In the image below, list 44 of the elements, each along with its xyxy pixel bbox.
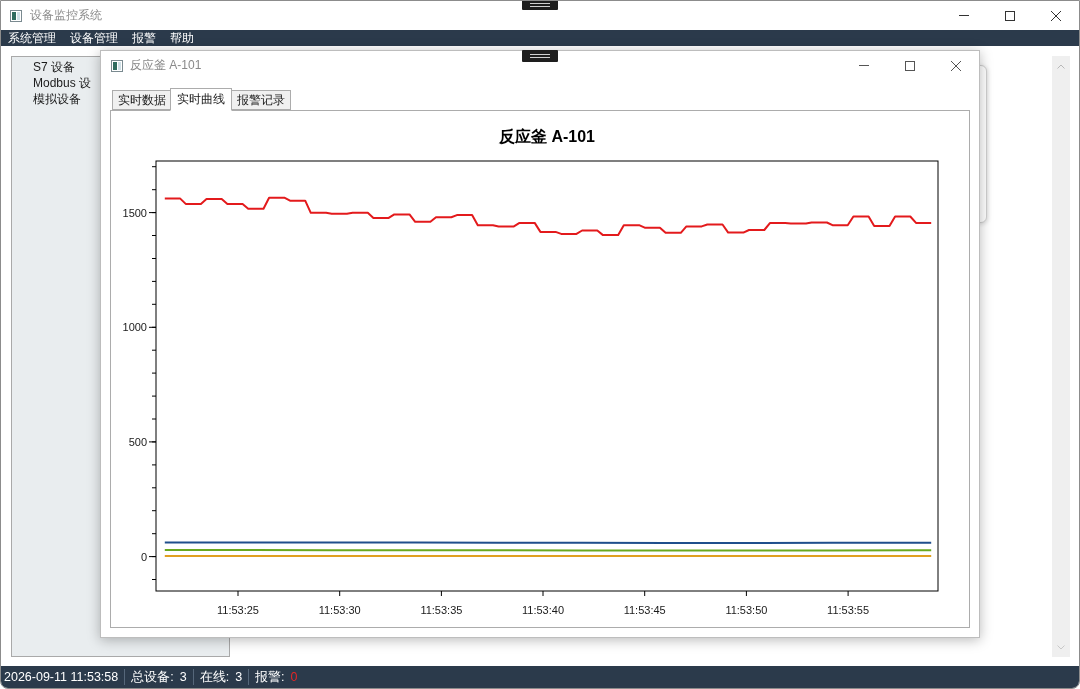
maximize-icon: [1005, 10, 1015, 21]
x-axis-label: 11:53:40: [522, 604, 564, 616]
app-icon: [10, 9, 22, 22]
device-list-item[interactable]: S7 设备: [33, 59, 75, 75]
close-icon: [1051, 10, 1061, 21]
status-value: 3: [235, 670, 243, 684]
x-axis-label: 11:53:25: [217, 604, 259, 616]
menu-item[interactable]: 帮助: [163, 30, 201, 46]
tab[interactable]: 实时数据: [112, 90, 172, 110]
y-axis-label: 0: [140, 550, 147, 563]
close-icon: [951, 60, 961, 71]
grip-icon[interactable]: [522, 1, 558, 10]
y-axis-label: 500: [128, 435, 147, 448]
menu-item[interactable]: 系统管理: [1, 30, 63, 46]
chart-title: 反应釜 A-101: [499, 127, 595, 147]
status-datetime: 2026-09-11 11:53:58: [3, 670, 120, 684]
x-axis-label: 11:53:50: [725, 604, 768, 616]
y-axis-label: 1000: [122, 321, 147, 334]
app-icon: [111, 59, 123, 72]
minimize-icon: [959, 15, 969, 16]
menu-item[interactable]: 报警: [125, 30, 163, 46]
tab[interactable]: 报警记录: [231, 90, 291, 110]
device-list-item[interactable]: Modbus 设: [33, 75, 92, 91]
window-title: 反应釜 A-101: [130, 57, 202, 74]
chevron-down-icon[interactable]: [1057, 645, 1065, 650]
device-list-item[interactable]: 模拟设备: [33, 91, 81, 107]
status-label: 报警:: [255, 668, 285, 686]
x-axis-label: 11:53:35: [420, 604, 463, 616]
status-label: 总设备:: [131, 668, 174, 686]
x-axis-label: 11:53:45: [623, 604, 666, 616]
y-axis-label: 1500: [122, 206, 147, 219]
x-axis-label: 11:53:30: [318, 604, 361, 616]
maximize-icon: [905, 60, 915, 71]
chevron-up-icon[interactable]: [1057, 64, 1065, 69]
status-value: 3: [179, 670, 187, 684]
tab[interactable]: 实时曲线: [170, 88, 232, 111]
status-value: 0: [290, 670, 298, 684]
grip-icon[interactable]: [522, 50, 558, 62]
minimize-icon: [859, 65, 869, 66]
vertical-scrollbar[interactable]: [1052, 56, 1070, 657]
window-title: 设备监控系统: [30, 7, 102, 24]
status-label: 在线:: [199, 668, 230, 686]
x-axis-label: 11:53:55: [827, 604, 870, 616]
menu-item[interactable]: 设备管理: [63, 30, 125, 46]
